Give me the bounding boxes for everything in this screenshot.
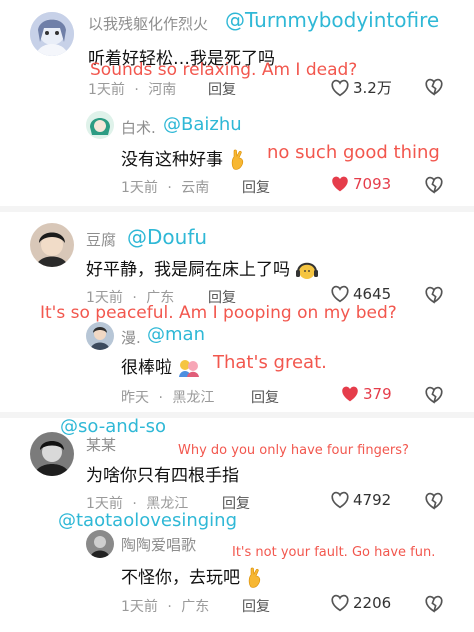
heart-icon bbox=[331, 594, 349, 612]
translation-annotation: Sounds so relaxing. Am I dead? bbox=[90, 60, 358, 80]
reply-username[interactable]: 陶陶爱唱歌 bbox=[121, 534, 196, 555]
like-button[interactable]: 4645 bbox=[330, 285, 391, 303]
avatar-image bbox=[30, 432, 74, 476]
translation-annotation: Why do you only have four fingers? bbox=[178, 443, 409, 458]
broken-heart-icon[interactable] bbox=[424, 78, 444, 96]
reply-meta: 昨天 · 黑龙江 bbox=[121, 387, 214, 407]
like-button[interactable]: 7093 bbox=[330, 175, 391, 193]
comment-username[interactable]: 以我残躯化作烈火 bbox=[88, 13, 208, 34]
translation-annotation: It's not your fault. Go have fun. bbox=[232, 545, 436, 560]
crossed-fingers-emoji-icon bbox=[249, 567, 261, 588]
username-handle-annotation: @taotaolovesinging bbox=[58, 510, 237, 531]
comment-meta: 1天前 · 河南 bbox=[88, 79, 176, 99]
heart-icon bbox=[331, 79, 349, 96]
heart-icon bbox=[331, 285, 349, 303]
reply-text: 不怪你，去玩吧 bbox=[121, 563, 265, 589]
reply-time: 1天前 bbox=[121, 599, 158, 615]
broken-heart-icon[interactable] bbox=[424, 595, 444, 613]
reply-location: 云南 bbox=[181, 180, 210, 196]
comment-text: 为啥你只有四根手指 bbox=[86, 466, 239, 486]
broken-heart-icon[interactable] bbox=[424, 386, 444, 404]
like-button[interactable]: 2206 bbox=[330, 594, 391, 612]
meta-separator: · bbox=[134, 82, 139, 98]
like-count: 4792 bbox=[353, 491, 392, 509]
username-handle-annotation: @Baizhu bbox=[163, 114, 242, 135]
reply-time: 1天前 bbox=[121, 180, 158, 196]
reply-button[interactable]: 回复 bbox=[208, 79, 236, 99]
avatar-image bbox=[30, 223, 74, 267]
reply-button[interactable]: 回复 bbox=[242, 596, 270, 616]
meta-separator: · bbox=[167, 599, 172, 615]
broken-heart-icon[interactable] bbox=[424, 286, 444, 304]
avatar[interactable] bbox=[86, 111, 114, 139]
headphone-face-emoji-icon bbox=[296, 262, 319, 279]
meta-separator: · bbox=[158, 390, 163, 406]
avatar-image bbox=[30, 12, 74, 56]
like-count: 3.2万 bbox=[353, 79, 392, 97]
avatar-image bbox=[86, 322, 114, 350]
reply-text-content: 很棒啦 bbox=[121, 358, 172, 378]
translation-annotation: no such good thing bbox=[267, 142, 440, 163]
like-count: 379 bbox=[363, 385, 392, 403]
translation-annotation: That's great. bbox=[213, 352, 327, 373]
meta-separator: · bbox=[167, 180, 172, 196]
username-handle-annotation: @Doufu bbox=[127, 225, 208, 249]
heart-icon bbox=[342, 386, 358, 402]
avatar-image bbox=[86, 530, 114, 558]
reply-meta: 1天前 · 云南 bbox=[121, 177, 209, 197]
reply-text: 很棒啦 bbox=[121, 353, 201, 379]
reply-location: 黑龙江 bbox=[172, 390, 215, 406]
avatar-image bbox=[86, 111, 114, 139]
reply-location: 广东 bbox=[181, 599, 210, 615]
reply-button[interactable]: 回复 bbox=[242, 177, 270, 197]
avatar[interactable] bbox=[86, 530, 114, 558]
avatar[interactable] bbox=[30, 223, 74, 267]
comment-username[interactable]: 豆腐 bbox=[86, 229, 116, 250]
reply-text-content: 没有这种好事 bbox=[121, 150, 223, 170]
hugging-people-emoji-icon bbox=[179, 360, 200, 377]
comment-time: 1天前 bbox=[88, 82, 125, 98]
reply-username[interactable]: 白术. bbox=[121, 117, 156, 138]
reply-time: 昨天 bbox=[121, 390, 149, 406]
heart-icon bbox=[332, 176, 348, 192]
broken-heart-icon[interactable] bbox=[424, 492, 444, 510]
username-handle-annotation: @Turnmybodyintofire bbox=[225, 8, 440, 32]
comment-text: 好平静，我是屙在床上了吗 bbox=[86, 255, 319, 281]
broken-heart-icon[interactable] bbox=[424, 176, 444, 194]
avatar[interactable] bbox=[86, 322, 114, 350]
section-divider bbox=[0, 206, 474, 212]
comment-username[interactable]: 某某 bbox=[86, 434, 116, 455]
like-button[interactable]: 4792 bbox=[330, 491, 391, 509]
comment-location: 河南 bbox=[148, 82, 177, 98]
reply-meta: 1天前 · 广东 bbox=[121, 596, 209, 616]
crossed-fingers-emoji-icon bbox=[232, 149, 244, 170]
avatar[interactable] bbox=[30, 12, 74, 56]
username-handle-annotation: @man bbox=[147, 324, 205, 345]
reply-button[interactable]: 回复 bbox=[251, 387, 279, 407]
reply-text-content: 不怪你，去玩吧 bbox=[121, 568, 240, 588]
like-button[interactable]: 379 bbox=[340, 385, 392, 403]
heart-icon bbox=[331, 491, 349, 509]
like-button[interactable]: 3.2万 bbox=[330, 77, 392, 98]
translation-annotation: It's so peaceful. Am I pooping on my bed… bbox=[40, 303, 397, 323]
avatar[interactable] bbox=[30, 432, 74, 476]
comment-text-content: 好平静，我是屙在床上了吗 bbox=[86, 260, 290, 280]
reply-username[interactable]: 漫. bbox=[121, 327, 141, 348]
reply-text: 没有这种好事 bbox=[121, 145, 248, 171]
like-count: 7093 bbox=[353, 175, 392, 193]
like-count: 4645 bbox=[353, 285, 392, 303]
like-count: 2206 bbox=[353, 594, 392, 612]
